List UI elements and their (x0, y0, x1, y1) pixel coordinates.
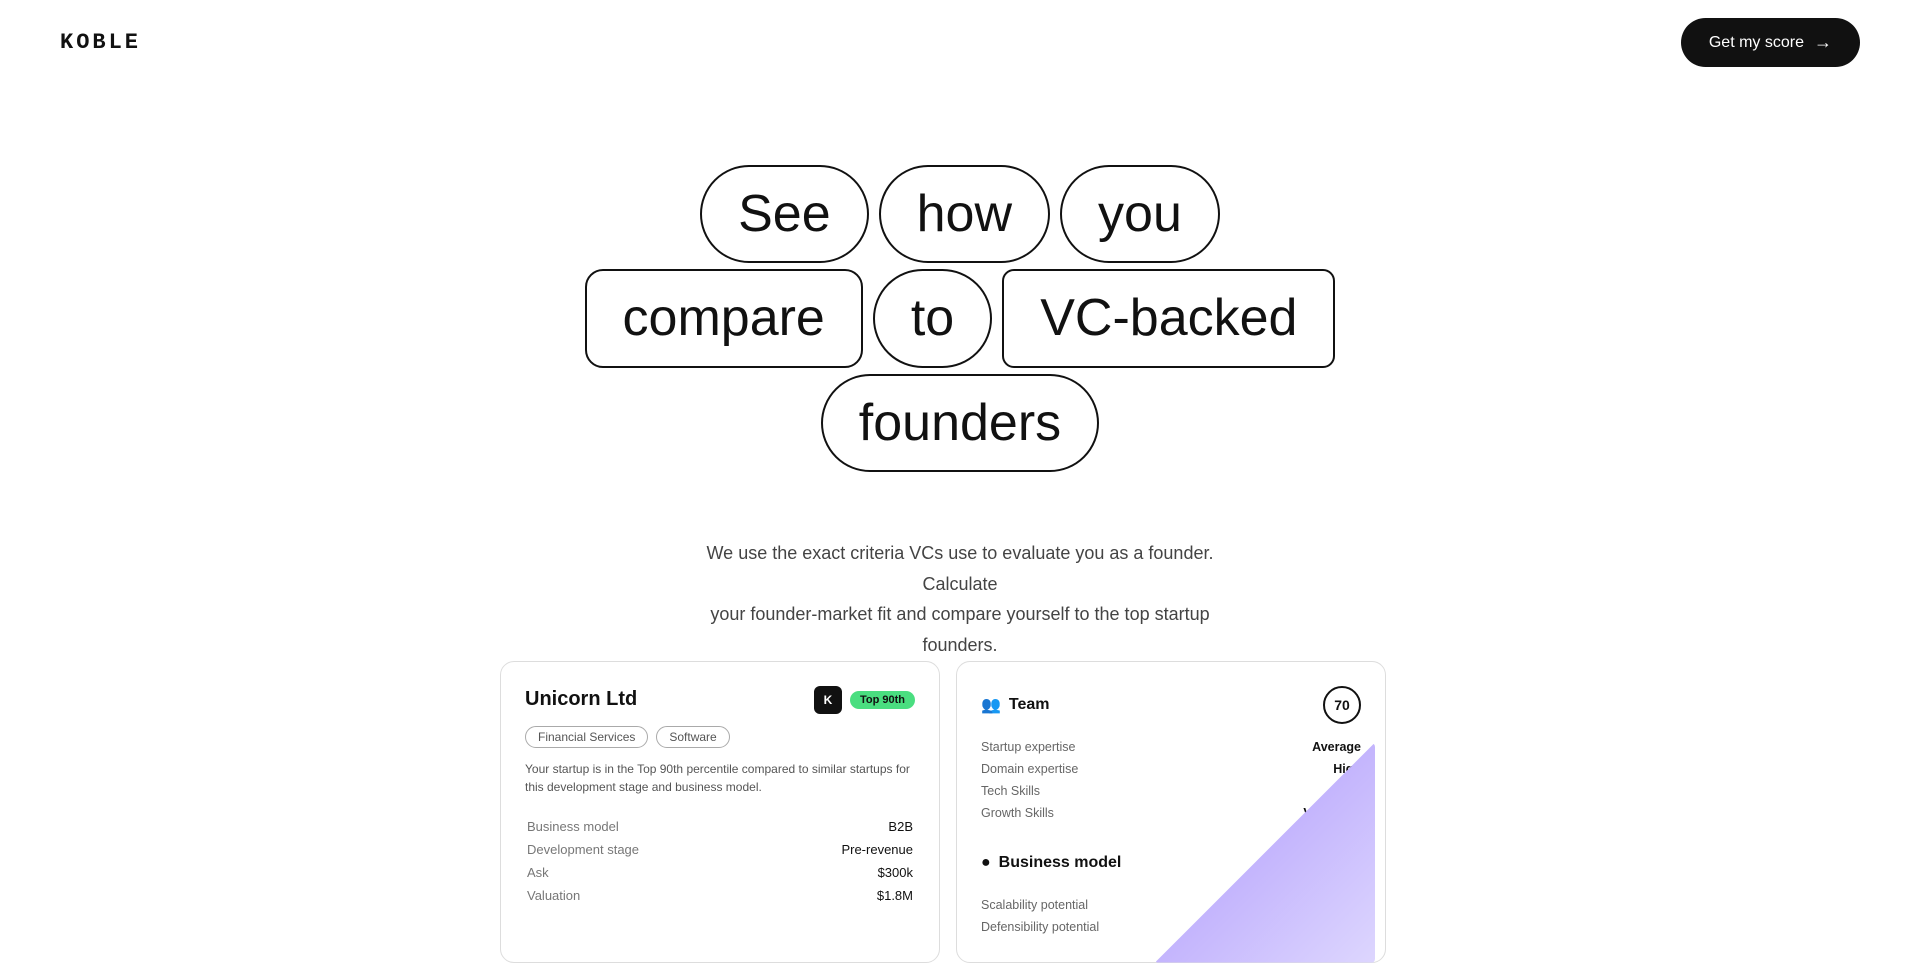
metric-label: Valuation (527, 885, 761, 906)
metrics-table: Business model B2B Development stage Pre… (525, 814, 915, 908)
table-row: Development stage Pre-revenue (527, 839, 913, 860)
navbar: KOBLE Get my score → (0, 0, 1920, 85)
metric-value: Pre-revenue (763, 839, 913, 860)
list-item: Tech Skills Low (981, 780, 1361, 802)
list-item: Domain expertise High (981, 758, 1361, 780)
team-icon: 👥 (981, 695, 1001, 715)
company-description: Your startup is in the Top 90th percenti… (525, 760, 915, 796)
logo: KOBLE (60, 30, 141, 55)
team-metrics-list: Startup expertise Average Domain experti… (981, 736, 1361, 824)
table-row: Ask $300k (527, 862, 913, 883)
bubble-how: how (879, 165, 1050, 263)
bubble-row-3: founders (821, 374, 1099, 472)
k-logo-icon: K (814, 686, 842, 714)
metric-label: Development stage (527, 839, 761, 860)
metric-value: $1.8M (763, 885, 913, 906)
tag-software: Software (656, 726, 729, 748)
company-header: Unicorn Ltd K Top 90th (525, 686, 915, 714)
hero-section: See how you compare to VC-backed found (0, 85, 1920, 963)
list-item: Startup expertise Average (981, 736, 1361, 758)
tag-financial: Financial Services (525, 726, 648, 748)
tag-row: Financial Services Software (525, 726, 915, 748)
bubble-row-2: compare to VC-backed (585, 269, 1336, 367)
company-name: Unicorn Ltd (525, 688, 637, 711)
bubble-see: See (700, 165, 869, 263)
team-section-title: 👥 Team (981, 695, 1050, 715)
dashboard-preview: Unicorn Ltd K Top 90th Financial Service… (485, 661, 1435, 963)
get-score-button[interactable]: Get my score → (1681, 18, 1860, 67)
metric-value: $300k (763, 862, 913, 883)
bubble-to: to (873, 269, 992, 367)
top-badge: Top 90th (850, 691, 915, 709)
metric-value: B2B (763, 816, 913, 837)
bubble-you: you (1060, 165, 1220, 263)
bubble-row-1: See how you (700, 165, 1220, 263)
headline-bubbles: See how you compare to VC-backed found (585, 165, 1336, 478)
dashboard-left-panel: Unicorn Ltd K Top 90th Financial Service… (500, 661, 940, 963)
biz-icon: ● (981, 854, 991, 872)
table-row: Business model B2B (527, 816, 913, 837)
table-row: Valuation $1.8M (527, 885, 913, 906)
metric-label: Ask (527, 862, 761, 883)
bubble-founders: founders (821, 374, 1099, 472)
get-score-label: Get my score (1709, 34, 1804, 52)
company-badge-area: K Top 90th (814, 686, 915, 714)
metric-label: Business model (527, 816, 761, 837)
bubble-compare: compare (585, 269, 863, 367)
biz-section-title: ● Business model (981, 854, 1121, 872)
bubble-vc-backed: VC-backed (1002, 269, 1335, 367)
team-section-header: 👥 Team 70 (981, 686, 1361, 724)
team-score-circle: 70 (1323, 686, 1361, 724)
hero-subtitle: We use the exact criteria VCs use to eva… (700, 538, 1220, 660)
arrow-icon: → (1814, 32, 1832, 53)
